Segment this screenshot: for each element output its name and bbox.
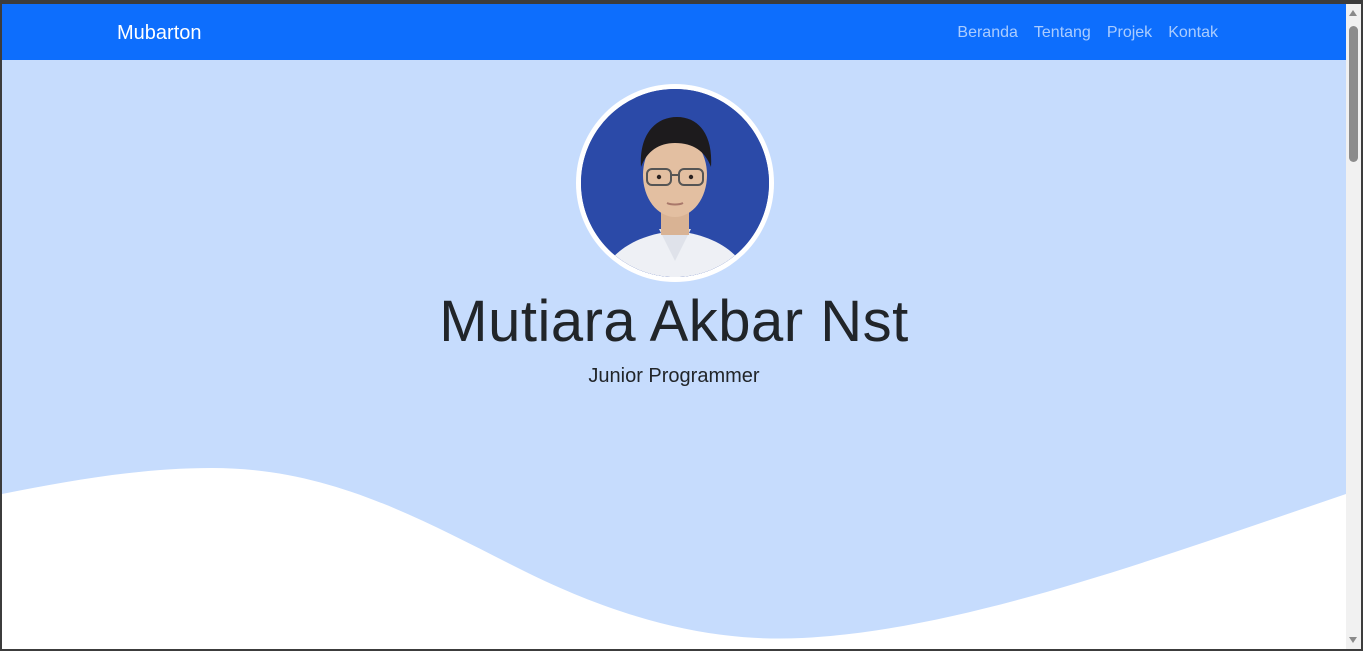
nav-link-beranda[interactable]: Beranda xyxy=(949,22,1026,44)
page-viewport: Mubarton Beranda Tentang Projek Kontak M… xyxy=(2,4,1346,649)
nav-link-projek[interactable]: Projek xyxy=(1099,22,1160,44)
hero-name: Mutiara Akbar Nst xyxy=(439,289,909,354)
profile-photo xyxy=(581,89,769,277)
nav-link-tentang[interactable]: Tentang xyxy=(1026,22,1099,44)
scroll-up-arrow-icon[interactable] xyxy=(1349,10,1357,16)
page-scrollbar[interactable] xyxy=(1346,4,1361,649)
nav-link-kontak[interactable]: Kontak xyxy=(1160,22,1226,44)
navbar-brand[interactable]: Mubarton xyxy=(117,21,202,45)
scrollbar-thumb[interactable] xyxy=(1349,26,1358,162)
nav-links: Beranda Tentang Projek Kontak xyxy=(949,22,1226,44)
profile-avatar xyxy=(576,84,774,282)
browser-window: Mubarton Beranda Tentang Projek Kontak M… xyxy=(2,4,1361,649)
hero-role: Junior Programmer xyxy=(588,365,760,387)
navbar: Mubarton Beranda Tentang Projek Kontak xyxy=(2,4,1346,60)
scroll-down-arrow-icon[interactable] xyxy=(1349,637,1357,643)
